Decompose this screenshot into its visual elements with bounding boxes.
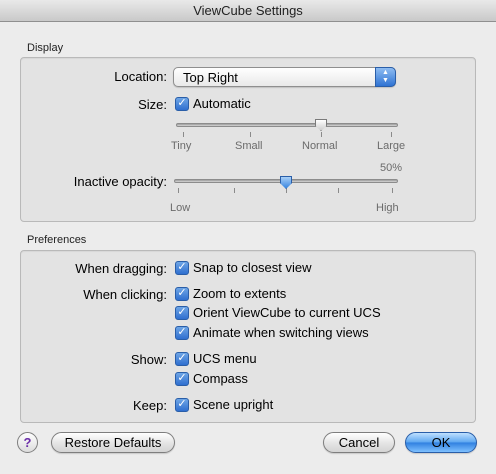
snap-label: Snap to closest view (193, 260, 312, 275)
scene-upright-checkbox[interactable]: ✓ Scene upright (175, 397, 273, 412)
opacity-tick (234, 188, 235, 193)
checkmark-icon: ✓ (175, 397, 189, 412)
stepper-arrows-icon: ▲ ▼ (375, 67, 396, 87)
size-tick (391, 132, 392, 137)
location-select[interactable]: Top Right ▲ ▼ (173, 67, 396, 87)
size-slider-track[interactable] (176, 123, 398, 127)
help-icon: ? (23, 435, 32, 450)
size-tick-label: Tiny (171, 140, 192, 152)
animate-label: Animate when switching views (193, 325, 369, 340)
size-label: Size: (138, 97, 167, 112)
size-automatic-label: Automatic (193, 96, 251, 111)
opacity-tick (178, 188, 179, 193)
size-tick-label: Large (377, 140, 406, 152)
location-value: Top Right (183, 70, 238, 85)
checkmark-icon: ✓ (175, 260, 189, 275)
checkmark-icon: ✓ (175, 96, 189, 111)
when-clicking-label: When clicking: (83, 287, 167, 302)
orient-checkbox[interactable]: ✓ Orient ViewCube to current UCS (175, 305, 381, 320)
ucs-menu-label: UCS menu (193, 351, 257, 366)
zoom-checkbox[interactable]: ✓ Zoom to extents (175, 286, 286, 301)
animate-checkbox[interactable]: ✓ Animate when switching views (175, 325, 369, 340)
restore-defaults-button[interactable]: Restore Defaults (51, 432, 175, 453)
checkmark-icon: ✓ (175, 325, 189, 340)
opacity-low-label: Low (170, 202, 191, 214)
display-section-label: Display (27, 42, 64, 54)
when-dragging-label: When dragging: (75, 261, 167, 276)
size-tick (250, 132, 251, 137)
checkmark-icon: ✓ (175, 305, 189, 320)
window-title: ViewCube Settings (0, 0, 496, 22)
ucs-menu-checkbox[interactable]: ✓ UCS menu (175, 351, 257, 366)
help-button[interactable]: ? (17, 432, 38, 453)
size-tick (183, 132, 184, 137)
size-tick-label: Normal (302, 140, 338, 152)
checkmark-icon: ✓ (175, 286, 189, 301)
cancel-button[interactable]: Cancel (323, 432, 395, 453)
zoom-label: Zoom to extents (193, 286, 287, 301)
location-label: Location: (114, 69, 167, 84)
keep-label: Keep: (133, 398, 167, 413)
checkmark-icon: ✓ (175, 371, 189, 386)
show-label: Show: (130, 352, 167, 367)
checkmark-icon: ✓ (175, 351, 189, 366)
opacity-label: Inactive opacity: (73, 174, 167, 189)
orient-label: Orient ViewCube to current UCS (193, 305, 381, 320)
opacity-high-label: High (376, 202, 399, 214)
opacity-tick (338, 188, 339, 193)
scene-upright-label: Scene upright (193, 397, 274, 412)
compass-checkbox[interactable]: ✓ Compass (175, 371, 248, 386)
snap-checkbox[interactable]: ✓ Snap to closest view (175, 260, 312, 275)
size-tick-label: Small (235, 140, 263, 152)
compass-label: Compass (193, 371, 248, 386)
size-automatic-checkbox[interactable]: ✓ Automatic (175, 96, 251, 111)
size-tick (321, 132, 322, 137)
ok-button[interactable]: OK (405, 432, 477, 453)
opacity-value: 50% (380, 162, 403, 174)
opacity-tick (392, 188, 393, 193)
preferences-section-label: Preferences (27, 234, 87, 246)
